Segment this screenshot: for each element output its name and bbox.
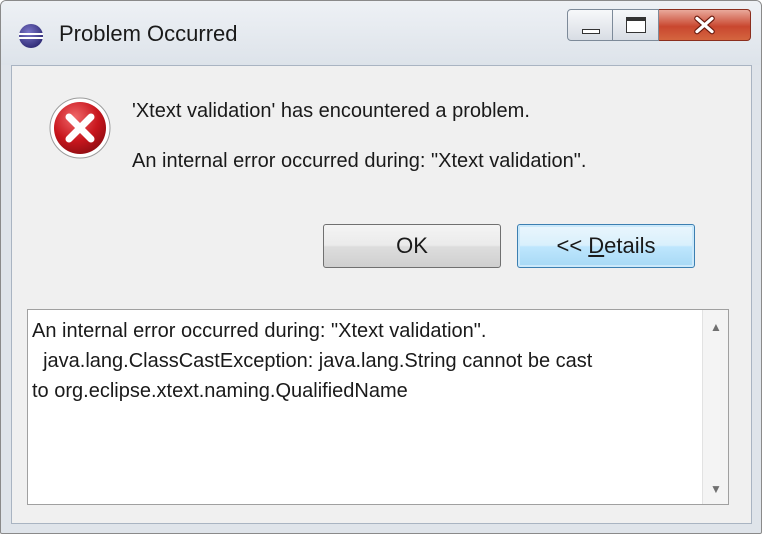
window-title: Problem Occurred <box>59 21 238 46</box>
error-icon <box>49 97 111 159</box>
maximize-button[interactable] <box>613 9 659 41</box>
details-button-prefix: << <box>556 233 589 258</box>
details-text-area[interactable]: An internal error occurred during: "Xtex… <box>27 309 729 505</box>
dialog-body: 'Xtext validation' has encountered a pro… <box>11 65 752 524</box>
details-text: An internal error occurred during: "Xtex… <box>32 316 692 406</box>
title-bar[interactable]: Problem Occurred <box>1 1 761 65</box>
scroll-up-icon[interactable]: ▲ <box>703 314 729 340</box>
details-line: java.lang.ClassCastException: java.lang.… <box>32 350 593 372</box>
maximize-icon <box>626 17 646 33</box>
eclipse-icon[interactable] <box>18 23 44 49</box>
close-icon <box>694 15 715 35</box>
close-button[interactable] <box>659 9 751 41</box>
details-button-mnemonic: D <box>588 233 605 258</box>
vertical-scrollbar[interactable]: ▲ ▼ <box>702 310 728 504</box>
details-line: to org.eclipse.xtext.naming.QualifiedNam… <box>32 380 408 402</box>
error-message: 'Xtext validation' has encountered a pro… <box>132 100 530 122</box>
problem-occurred-dialog: Problem Occurred 'Xtext validation' has … <box>0 0 762 534</box>
error-detail-message: An internal error occurred during: "Xtex… <box>132 150 587 172</box>
window-controls <box>567 9 751 43</box>
minimize-icon <box>582 29 600 34</box>
minimize-button[interactable] <box>567 9 613 41</box>
details-button[interactable]: << Details <box>517 224 695 268</box>
details-button-rest: etails <box>604 233 656 258</box>
scroll-down-icon[interactable]: ▼ <box>703 476 729 502</box>
details-line: An internal error occurred during: "Xtex… <box>32 320 487 342</box>
ok-button[interactable]: OK <box>323 224 501 268</box>
